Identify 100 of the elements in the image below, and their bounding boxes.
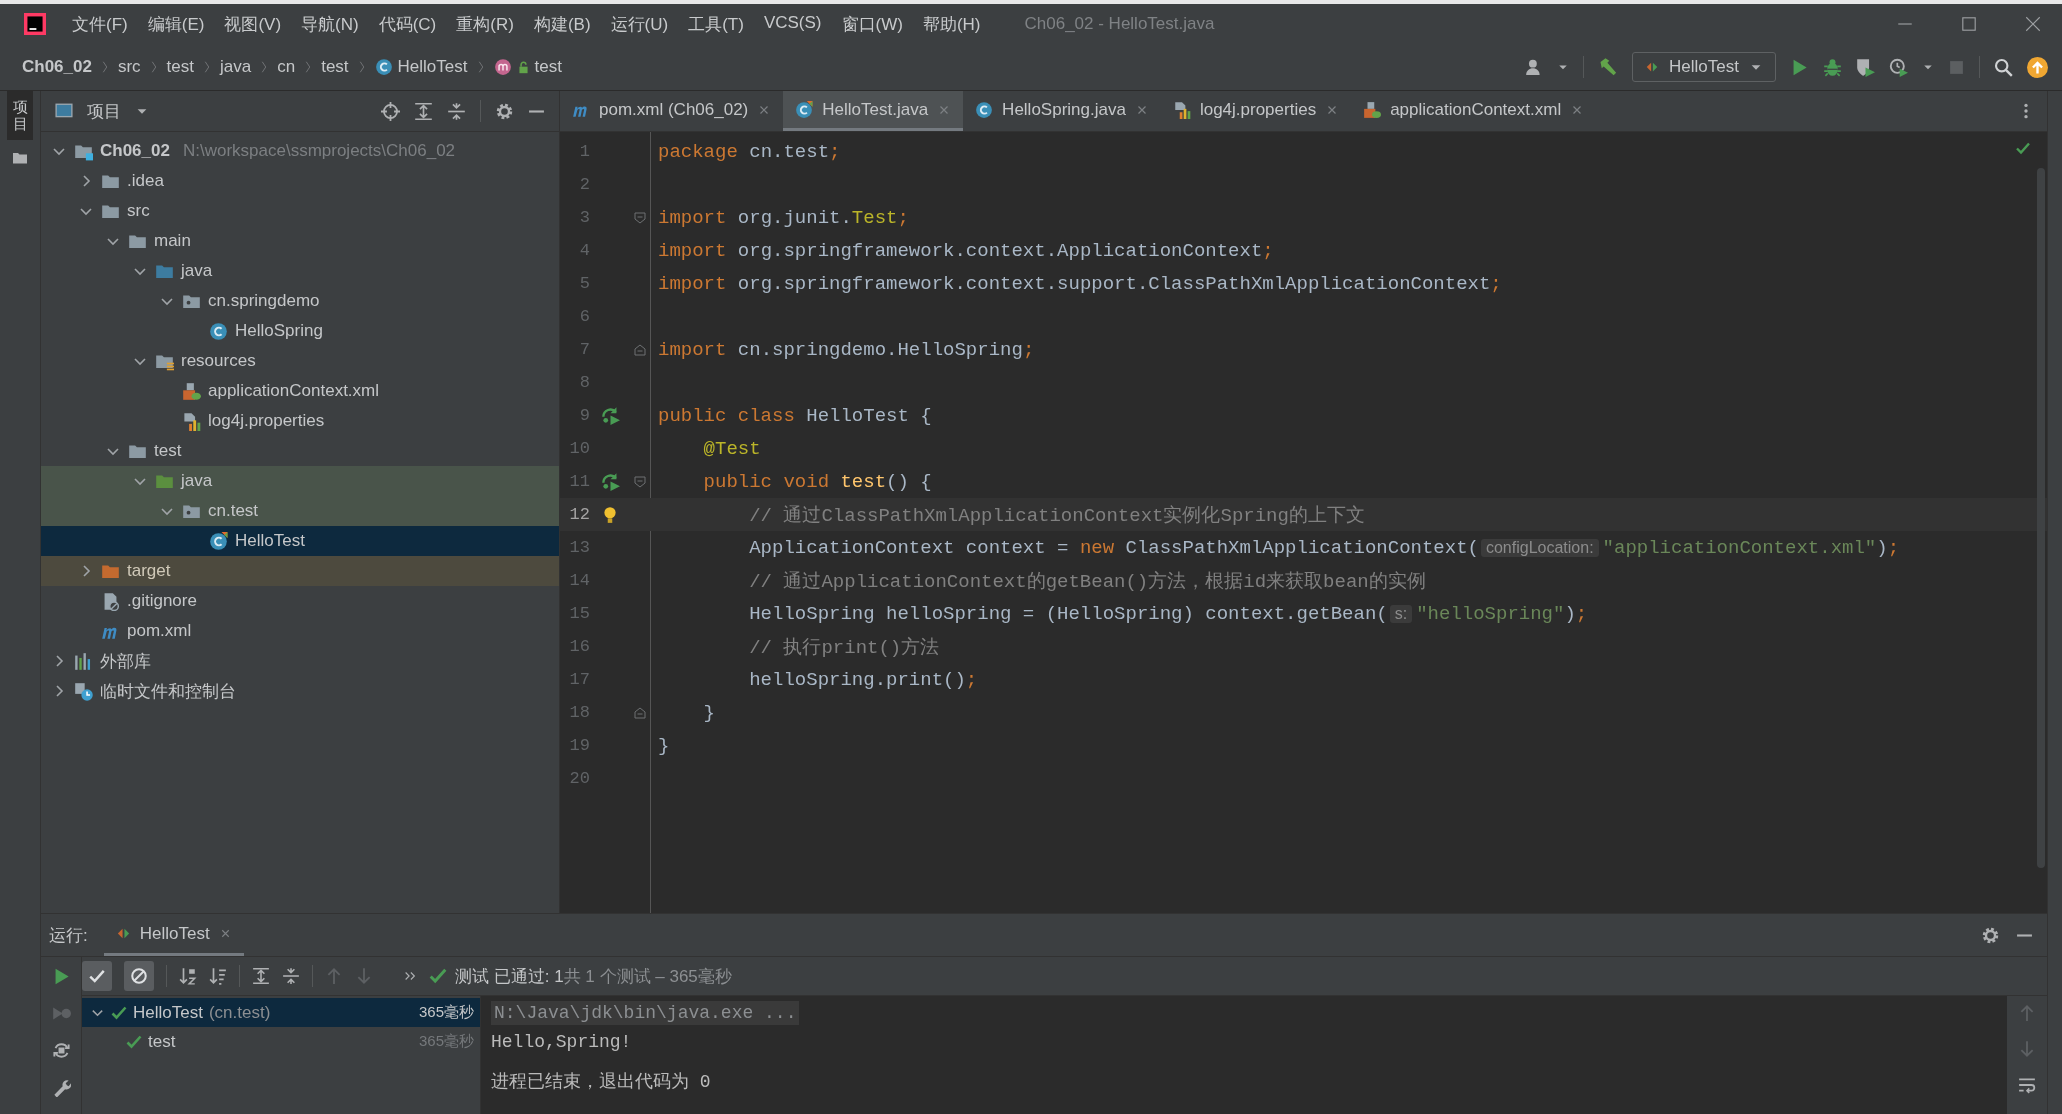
scrollbar[interactable] [2037,168,2045,868]
tree-item[interactable]: Ch06_02 N:\workspace\ssmprojects\Ch06_02 [41,136,559,166]
collapse-all-icon[interactable] [282,967,300,985]
sort-alphabetically-icon[interactable] [179,967,197,985]
tree-item[interactable]: main [41,226,559,256]
more-chevron-icon[interactable] [403,969,417,983]
window-maximize-icon[interactable] [1960,15,1978,33]
line-number: 5 [578,274,590,293]
window-close-icon[interactable] [2024,15,2042,33]
test-run-icon [115,926,131,941]
code-line: import org.junit.Test; [657,206,909,229]
line-number: 1 [578,142,590,161]
profiler-icon[interactable] [1889,57,1908,77]
breadcrumb[interactable]: src [117,57,141,77]
menu-item[interactable]: 代码(C) [378,12,437,36]
panel-title[interactable]: 项目 [87,99,121,123]
menu-item[interactable]: VCS(S) [763,12,822,36]
soft-wrap-icon[interactable] [2018,1076,2036,1094]
menu-item[interactable]: 构建(B) [533,12,591,36]
sort-by-duration-icon[interactable] [209,967,227,985]
menu-item[interactable]: 窗口(W) [841,12,903,36]
editor-tab[interactable]: HelloSpring.java [963,91,1161,131]
fold-marker-icon[interactable] [634,343,646,356]
expand-all-icon[interactable] [252,967,270,985]
tree-item[interactable]: .idea [41,166,559,196]
tree-item[interactable]: cn.test [41,496,559,526]
passed-icon [429,967,447,985]
code-line: @Test [702,437,761,460]
tree-item[interactable]: cn.springdemo [41,286,559,316]
folder-icon[interactable] [12,150,28,166]
menu-item[interactable]: 导航(N) [301,12,359,36]
editor-tab[interactable]: log4j.properties [1160,91,1352,131]
lightbulb-icon[interactable] [601,505,619,524]
breadcrumb[interactable]: Ch06_02 [22,57,92,77]
fold-marker-icon[interactable] [634,211,646,224]
breadcrumb[interactable]: test [166,57,194,77]
test-class-icon [209,531,228,551]
tree-item[interactable]: src [41,196,559,226]
tree-item[interactable]: .gitignore [41,586,559,616]
class-icon [374,58,393,76]
breadcrumb[interactable]: HelloTest [374,57,468,77]
tree-item[interactable]: 临时文件和控制台 [41,676,559,706]
breadcrumb[interactable]: cn [277,57,296,77]
line-number: 6 [578,307,590,326]
update-icon[interactable] [2027,56,2048,78]
locate-icon[interactable] [381,101,400,121]
show-ignored-icon[interactable] [130,967,148,985]
code-line: public class HelloTest { [657,404,932,427]
editor-tab[interactable]: pom.xml (Ch06_02) [560,91,784,131]
tree-item[interactable]: 外部库 [41,646,559,676]
run-configuration-dropdown[interactable]: HelloTest [1632,52,1776,82]
editor-tab[interactable]: HelloTest.java [783,91,964,131]
tree-item[interactable]: resources [41,346,559,376]
tree-item[interactable]: java [41,466,559,496]
project-side-tab[interactable]: 项目 [7,91,33,140]
tree-item[interactable]: target [41,556,559,586]
fold-marker-icon[interactable] [634,475,646,488]
settings-icon[interactable] [495,101,514,121]
menu-item[interactable]: 帮助(H) [922,12,981,36]
debug-icon[interactable] [1823,57,1842,77]
menu-item[interactable]: 文件(F) [72,12,128,36]
method-icon [493,58,512,76]
collapse-all-icon[interactable] [447,101,466,121]
run-test-icon[interactable] [600,472,620,491]
console-line: 进程已结束，退出代码为 0 [491,1070,711,1093]
fold-marker-icon[interactable] [634,706,646,719]
menu-item[interactable]: 运行(U) [610,12,669,36]
tree-item[interactable]: HelloTest [41,526,559,556]
menu-item[interactable]: 重构(R) [456,12,514,36]
tree-item[interactable]: pom.xml [41,616,559,646]
show-passed-icon[interactable] [88,967,106,985]
xml-file-icon [182,381,201,401]
project-view-icon [55,102,73,120]
tree-item[interactable]: HelloSpring [41,316,559,346]
lock-icon [516,60,530,74]
breadcrumb[interactable]: test [321,57,349,77]
tree-item[interactable]: applicationContext.xml [41,376,559,406]
run-tab[interactable]: HelloTest [103,914,244,956]
expand-all-icon[interactable] [414,101,433,121]
menu-item[interactable]: 编辑(E) [147,12,205,36]
line-number: 12 [568,505,590,524]
scratch-console-icon [74,681,93,701]
menu-item[interactable]: 视图(V) [224,12,282,36]
toggle-auto-test-icon[interactable] [51,1041,71,1060]
hammer-icon[interactable] [1598,57,1619,77]
code-line: // 通过ClassPathXmlApplicationContext实例化Spring的上下文 [748,503,1365,528]
tree-item[interactable]: log4j.properties [41,406,559,436]
search-icon[interactable] [1994,57,2013,77]
run-test-icon[interactable] [600,406,620,425]
line-number: 11 [568,472,590,491]
test-result-item[interactable]: HelloTest (cn.test) 365毫秒 [82,998,480,1027]
breadcrumb[interactable]: test [493,57,562,77]
coverage-icon[interactable] [1856,57,1875,77]
breadcrumb[interactable]: java [220,57,252,77]
menu-item[interactable]: 工具(T) [688,12,744,36]
settings-icon[interactable] [1981,925,2000,945]
tree-item[interactable]: test [41,436,559,466]
class-icon [975,100,994,119]
editor-tab[interactable]: applicationContext.xml [1351,91,1597,131]
tree-item[interactable]: java [41,256,559,286]
